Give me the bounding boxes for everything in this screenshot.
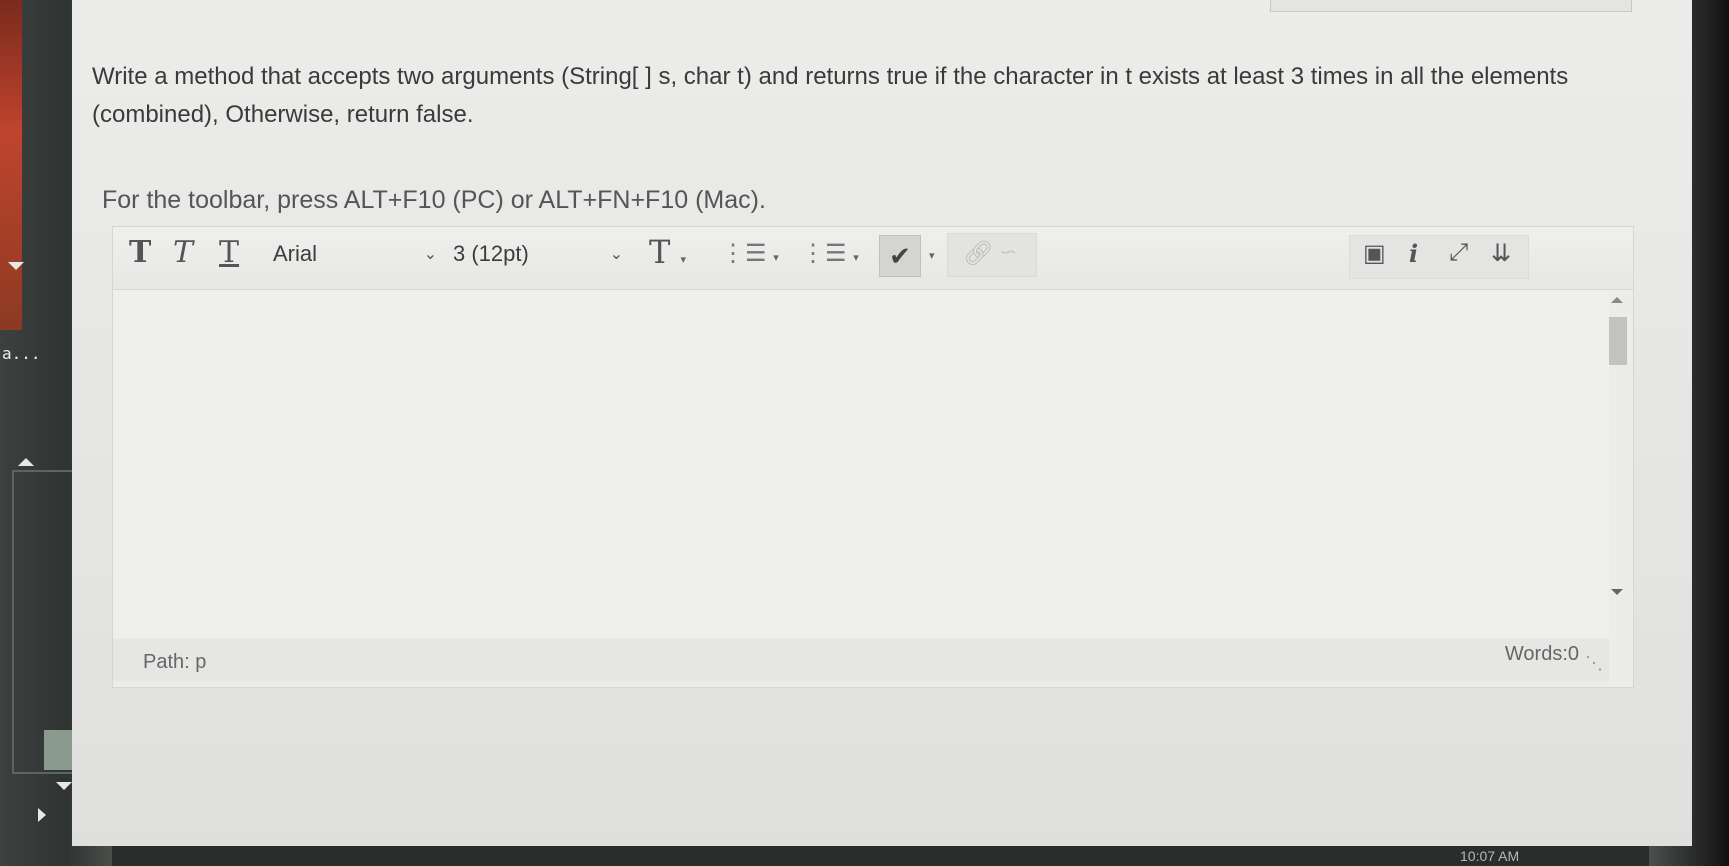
scroll-down-arrow-icon[interactable] [56, 782, 72, 790]
spellcheck-dropdown-icon[interactable]: ▾ [929, 249, 935, 262]
dropdown-arrow-icon: ▾ [773, 252, 779, 264]
left-scroll-thumb[interactable] [44, 730, 74, 770]
numbered-list-button[interactable]: ⋮☰ ▾ [801, 239, 859, 268]
numbered-list-icon: ⋮☰ [801, 240, 847, 267]
font-size-value: 3 (12pt) [453, 241, 529, 266]
text-color-button[interactable]: T ▾ [649, 233, 686, 271]
top-box [1270, 0, 1632, 12]
editor-text-area[interactable] [113, 290, 1609, 638]
question-text: Write a method that accepts two argument… [92, 63, 1569, 128]
unlink-icon[interactable]: ∽ [999, 239, 1017, 265]
editor-status-bar: Path: p Words:0 ⋱ [113, 639, 1609, 681]
preview-icon[interactable]: ▣ [1363, 239, 1386, 268]
scroll-up-icon[interactable] [1611, 297, 1623, 303]
editor-scrollbar[interactable] [1607, 297, 1627, 627]
resize-handle-icon[interactable]: ⋱ [1585, 653, 1603, 674]
word-count: Words:0 [1504, 643, 1579, 665]
chevron-down-icon: ⌄ [423, 246, 437, 263]
spellcheck-button[interactable]: ✔ [879, 235, 921, 277]
left-strip-label: a... [2, 344, 41, 363]
font-family-select[interactable]: Arial ⌄ [273, 241, 437, 267]
path-value[interactable]: p [195, 651, 206, 673]
rich-text-editor: T T T Arial ⌄ 3 (12pt) ⌄ T ▾ ⋮☰ ▾ ⋮☰ ▾ ✔… [112, 226, 1634, 688]
editor-toolbar: T T T Arial ⌄ 3 (12pt) ⌄ T ▾ ⋮☰ ▾ ⋮☰ ▾ ✔… [113, 227, 1633, 290]
toolbar-hint: For the toolbar, press ALT+F10 (PC) or A… [102, 186, 766, 214]
scroll-down-icon[interactable] [1611, 589, 1623, 595]
element-path: Path: p [143, 651, 206, 674]
info-icon[interactable]: i [1409, 239, 1418, 268]
expand-toolbar-icon[interactable]: ⇊ [1491, 239, 1511, 268]
collapse-arrow-icon[interactable] [8, 262, 24, 270]
dropdown-arrow-icon: ▾ [853, 252, 859, 264]
link-icon[interactable]: 🔗︎ [963, 239, 993, 268]
play-arrow-icon[interactable] [38, 808, 46, 822]
italic-button[interactable]: T [173, 235, 193, 270]
bullet-list-button[interactable]: ⋮☰ ▾ [721, 239, 779, 268]
fullscreen-icon[interactable]: ⤢ [1449, 239, 1468, 267]
font-family-value: Arial [273, 241, 318, 266]
question-page: Write a method that accepts two argument… [72, 0, 1692, 846]
font-size-select[interactable]: 3 (12pt) ⌄ [453, 241, 623, 267]
left-accent-bar [0, 0, 22, 330]
bold-button[interactable]: T [129, 235, 151, 270]
dropdown-arrow-icon: ▾ [680, 253, 687, 266]
scroll-thumb[interactable] [1609, 317, 1627, 365]
spellcheck-icon: ✔ [889, 240, 911, 271]
path-label: Path: [143, 651, 190, 673]
underline-button[interactable]: T [219, 235, 239, 270]
taskbar-clock: 10:07 AM [1460, 848, 1520, 864]
scroll-up-arrow-icon[interactable] [18, 458, 34, 466]
bullet-list-icon: ⋮☰ [721, 240, 767, 267]
chevron-down-icon: ⌄ [609, 246, 623, 263]
